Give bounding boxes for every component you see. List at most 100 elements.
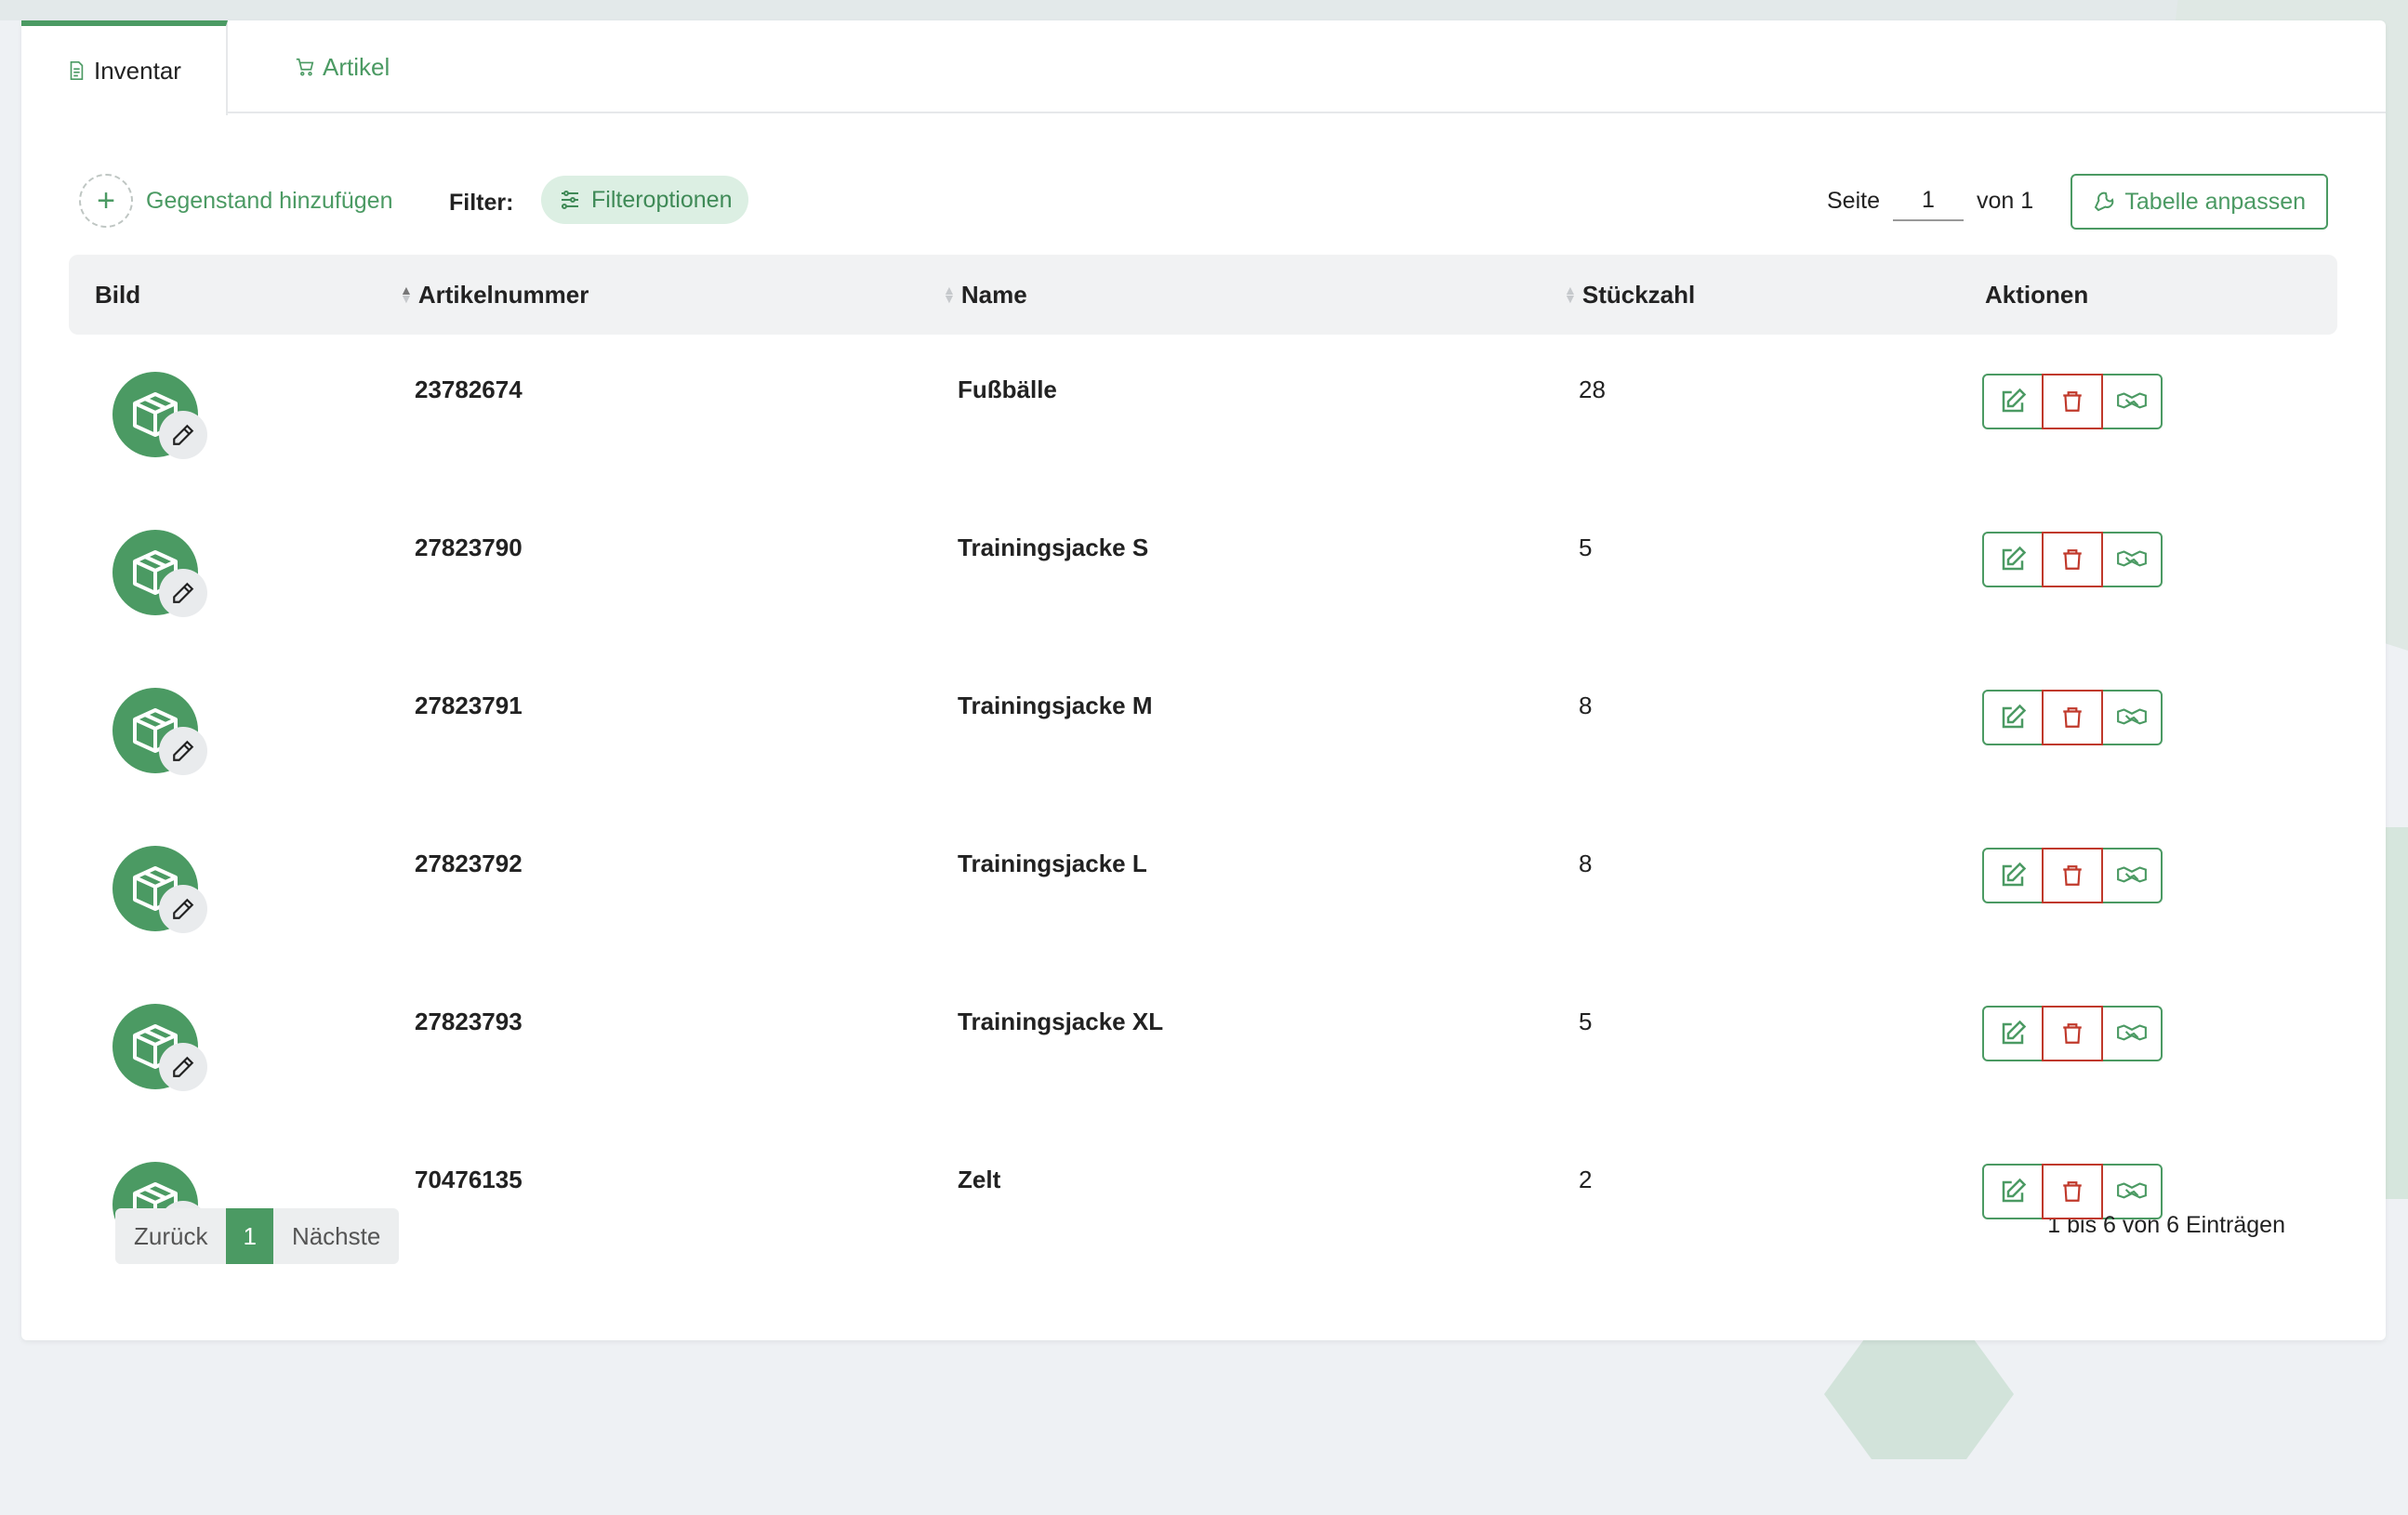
pencil-icon xyxy=(173,582,194,603)
sort-icon: ▲ ▼ xyxy=(943,283,956,306)
lend-button[interactable] xyxy=(2101,690,2163,745)
customize-table-button[interactable]: Tabelle anpassen xyxy=(2071,174,2328,230)
pencil-icon xyxy=(173,424,194,445)
edit-button[interactable] xyxy=(1982,690,2044,745)
table-header: Bild ▲ ▼ Artikelnummer ▲ ▼ Name ▲ ▼ Stückzahl … xyxy=(69,255,2337,335)
pagination: Zurück 1 Nächste xyxy=(115,1208,400,1264)
delete-button[interactable] xyxy=(2042,532,2103,587)
table-row: 27823792 Trainingsjacke L 8 xyxy=(69,822,2337,952)
edit-image-button[interactable] xyxy=(159,411,207,459)
delete-button[interactable] xyxy=(2042,1006,2103,1061)
table-row: 27823791 Trainingsjacke M 8 xyxy=(69,664,2337,794)
article-number: 27823790 xyxy=(415,534,523,561)
article-number: 27823791 xyxy=(415,692,523,719)
edit-image-button[interactable] xyxy=(159,1043,207,1091)
delete-button[interactable] xyxy=(2042,1164,2103,1219)
table-row: 70476135 Zelt 2 xyxy=(69,1138,2337,1268)
handshake-icon xyxy=(2117,392,2147,409)
edit-icon xyxy=(2002,388,2027,413)
lend-button[interactable] xyxy=(2101,1164,2163,1219)
edit-image-button[interactable] xyxy=(159,727,207,775)
row-actions xyxy=(1982,1006,2163,1061)
edit-image-button[interactable] xyxy=(159,885,207,933)
trash-icon xyxy=(2063,707,2082,728)
tab-artikel[interactable]: Artikel xyxy=(228,20,434,113)
table-row: 23782674 Fußbälle 28 xyxy=(69,348,2337,478)
table-row: 27823793 Trainingsjacke XL 5 xyxy=(69,980,2337,1110)
edit-button[interactable] xyxy=(1982,1006,2044,1061)
add-item-button[interactable]: + Gegenstand hinzufügen xyxy=(79,174,393,228)
item-name: Trainingsjacke M xyxy=(958,692,1153,719)
trash-icon xyxy=(2063,391,2082,412)
column-stueckzahl[interactable]: ▲ ▼ Stückzahl xyxy=(1564,255,1695,335)
article-number: 27823793 xyxy=(415,1008,523,1035)
column-bild: Bild xyxy=(95,280,141,309)
tab-label: Inventar xyxy=(94,56,181,85)
row-actions xyxy=(1982,848,2163,903)
page-label: Seite xyxy=(1827,187,1880,214)
edit-button[interactable] xyxy=(1982,532,2044,587)
edit-icon xyxy=(2002,704,2027,729)
page-input[interactable] xyxy=(1892,180,1964,221)
trash-icon xyxy=(2063,865,2082,886)
item-count: 5 xyxy=(1579,534,1593,561)
previous-page-button[interactable]: Zurück xyxy=(115,1208,227,1264)
page-total: von 1 xyxy=(1976,187,2034,214)
handshake-icon xyxy=(2117,708,2147,725)
edit-button[interactable] xyxy=(1982,1164,2044,1219)
item-name: Trainingsjacke S xyxy=(958,534,1149,561)
edit-button[interactable] xyxy=(1982,374,2044,429)
column-name[interactable]: ▲ ▼ Name xyxy=(943,255,1027,335)
item-count: 2 xyxy=(1579,1166,1593,1193)
lend-button[interactable] xyxy=(2101,848,2163,903)
inventory-card: Inventar Artikel + Gegenstand hinzufügen… xyxy=(21,20,2386,1340)
article-number: 27823792 xyxy=(415,850,523,877)
filter-options-button[interactable]: Filteroptionen xyxy=(541,176,749,224)
tab-inventar[interactable]: Inventar xyxy=(21,20,228,115)
sort-icon: ▲ ▼ xyxy=(400,283,413,306)
row-actions xyxy=(1982,1164,2163,1219)
item-count: 28 xyxy=(1579,375,1606,403)
wrench-icon xyxy=(2095,191,2114,212)
table-row: 27823790 Trainingsjacke S 5 xyxy=(69,506,2337,636)
item-count: 5 xyxy=(1579,1008,1593,1035)
document-icon xyxy=(70,61,84,80)
background-hexagon xyxy=(1824,1329,2014,1459)
item-count: 8 xyxy=(1579,692,1593,719)
sort-icon: ▲ ▼ xyxy=(1564,283,1577,306)
row-actions xyxy=(1982,690,2163,745)
handshake-icon xyxy=(2117,866,2147,883)
page-1-button[interactable]: 1 xyxy=(226,1208,273,1264)
edit-button[interactable] xyxy=(1982,848,2044,903)
item-name: Fußbälle xyxy=(958,375,1057,403)
column-aktionen: Aktionen xyxy=(1985,280,2089,309)
delete-button[interactable] xyxy=(2042,848,2103,903)
article-number: 23782674 xyxy=(415,375,523,403)
article-number: 70476135 xyxy=(415,1166,523,1193)
pencil-icon xyxy=(173,740,194,761)
tab-bar: Inventar Artikel xyxy=(21,20,2386,115)
item-name: Trainingsjacke L xyxy=(958,850,1147,877)
handshake-icon xyxy=(2117,550,2147,567)
pencil-icon xyxy=(173,1056,194,1077)
pencil-icon xyxy=(173,898,194,919)
item-count: 8 xyxy=(1579,850,1593,877)
cart-icon xyxy=(296,58,314,76)
trash-icon xyxy=(2063,549,2082,570)
add-item-label: Gegenstand hinzufügen xyxy=(146,187,393,214)
lend-button[interactable] xyxy=(2101,532,2163,587)
edit-icon xyxy=(2002,1020,2027,1045)
column-artikelnummer[interactable]: ▲ ▼ Artikelnummer xyxy=(400,255,589,335)
page-selector: Seite von 1 xyxy=(1827,174,2033,228)
edit-icon xyxy=(2002,862,2027,887)
trash-icon xyxy=(2063,1181,2082,1202)
item-name: Zelt xyxy=(958,1166,1001,1193)
lend-button[interactable] xyxy=(2101,374,2163,429)
item-name: Trainingsjacke XL xyxy=(958,1008,1164,1035)
tab-label: Artikel xyxy=(323,52,390,81)
edit-image-button[interactable] xyxy=(159,569,207,617)
delete-button[interactable] xyxy=(2042,690,2103,745)
lend-button[interactable] xyxy=(2101,1006,2163,1061)
delete-button[interactable] xyxy=(2042,374,2103,429)
next-page-button[interactable]: Nächste xyxy=(272,1208,400,1264)
